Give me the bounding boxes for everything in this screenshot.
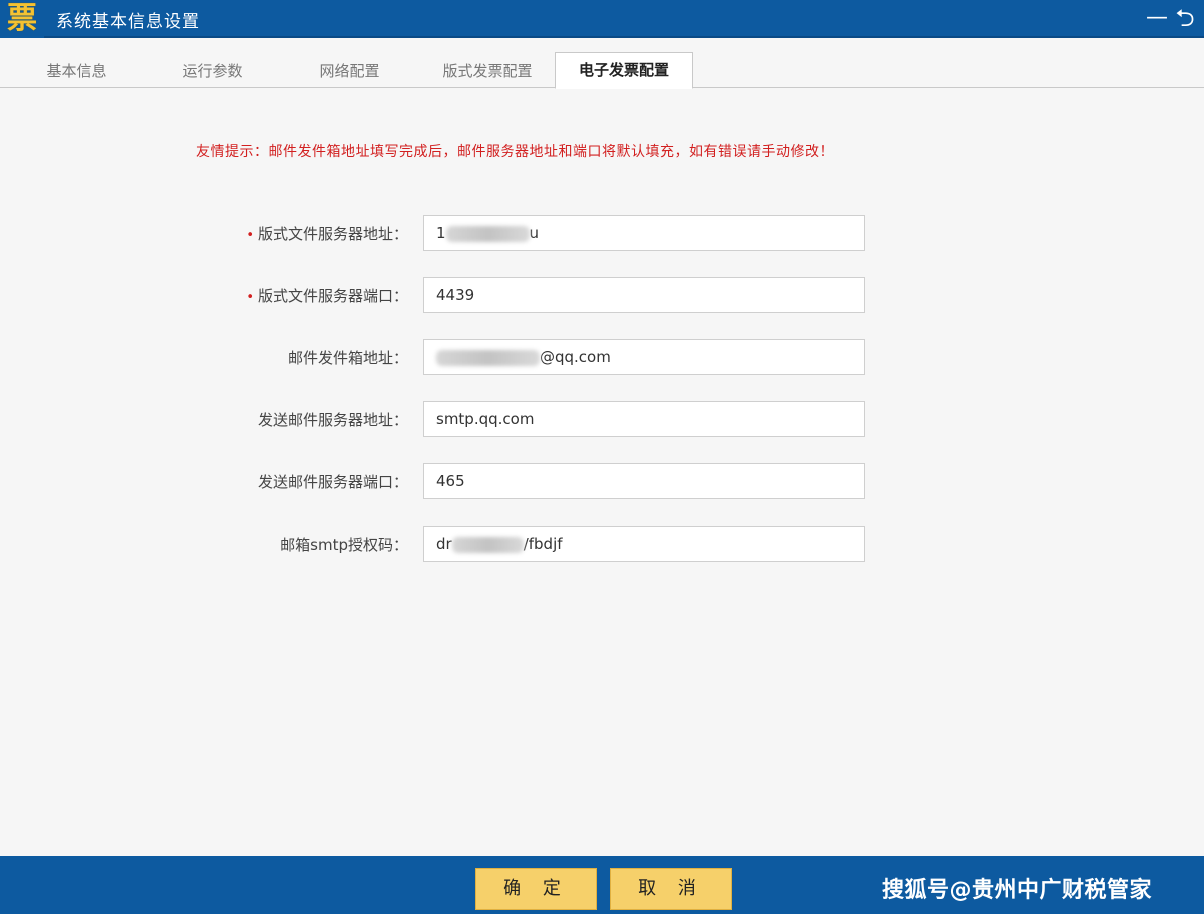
layout-server-address-input[interactable]: 1u [423,215,865,251]
tab-basic-info[interactable]: 基本信息 [14,54,139,88]
back-icon[interactable]: ⮌ [1172,4,1198,32]
source-watermark: 搜狐号@贵州中广财税管家 [882,878,1153,903]
redacted-blur [436,349,540,366]
value-suffix: u [529,224,540,242]
required-mark: • [246,228,254,243]
tab-layout-invoice-config[interactable]: 版式发票配置 [420,54,555,88]
e-invoice-config-panel: 友情提示：邮件发件箱地址填写完成后，邮件服务器地址和端口将默认填充，如有错误请手… [0,89,1204,856]
bottom-bar: 确 定 取 消 搜狐号@贵州中广财税管家 [0,856,1204,914]
label-mail-sender-address: 邮件发件箱地址： [0,340,420,376]
tab-e-invoice-config[interactable]: 电子发票配置 [555,52,693,89]
tab-bar: 基本信息 运行参数 网络配置 版式发票配置 电子发票配置 [0,40,1204,89]
field-value: smtp.qq.com [436,410,535,428]
tab-run-params[interactable]: 运行参数 [150,54,275,88]
redacted-blur [451,536,524,553]
value-prefix: 1 [436,224,446,242]
value-suffix: @qq.com [540,348,611,366]
layout-server-port-input[interactable]: 4439 [423,277,865,313]
value-prefix: dr [436,535,452,553]
confirm-button[interactable]: 确 定 [475,868,597,910]
label-smtp-server-address: 发送邮件服务器地址： [0,402,420,438]
value-suffix: /fbdjf [523,535,563,553]
label-text: 版式文件服务器端口： [257,287,408,305]
logo-glyph: 票 [7,1,37,36]
smtp-auth-code-input[interactable]: dr/fbdjf [423,526,865,562]
hint-text: 友情提示：邮件发件箱地址填写完成后，邮件服务器地址和端口将默认填充，如有错误请手… [196,144,834,160]
title-bar: 票 系统基本信息设置 — ⮌ [0,0,1204,38]
label-smtp-auth-code: 邮箱smtp授权码： [0,527,420,563]
label-layout-server-port: • 版式文件服务器端口： [0,278,420,314]
smtp-server-port-input[interactable]: 465 [423,463,865,499]
window-title: 系统基本信息设置 [56,12,200,32]
cancel-button[interactable]: 取 消 [610,868,732,910]
label-text: 发送邮件服务器端口： [257,473,408,491]
mail-sender-address-input[interactable]: @qq.com [423,339,865,375]
minimize-icon[interactable]: — [1144,4,1170,32]
field-value: 465 [436,472,465,490]
required-mark: • [246,290,254,305]
invoice-logo: 票 [0,0,44,38]
redacted-blur [445,225,530,242]
label-text: 邮箱smtp授权码： [280,536,408,554]
label-layout-server-address: • 版式文件服务器地址： [0,216,420,252]
tab-network-config[interactable]: 网络配置 [287,54,412,88]
label-text: 发送邮件服务器地址： [257,411,408,429]
label-text: 邮件发件箱地址： [287,349,408,367]
label-smtp-server-port: 发送邮件服务器端口： [0,464,420,500]
field-value: 4439 [436,286,475,304]
smtp-server-address-input[interactable]: smtp.qq.com [423,401,865,437]
label-text: 版式文件服务器地址： [257,225,408,243]
